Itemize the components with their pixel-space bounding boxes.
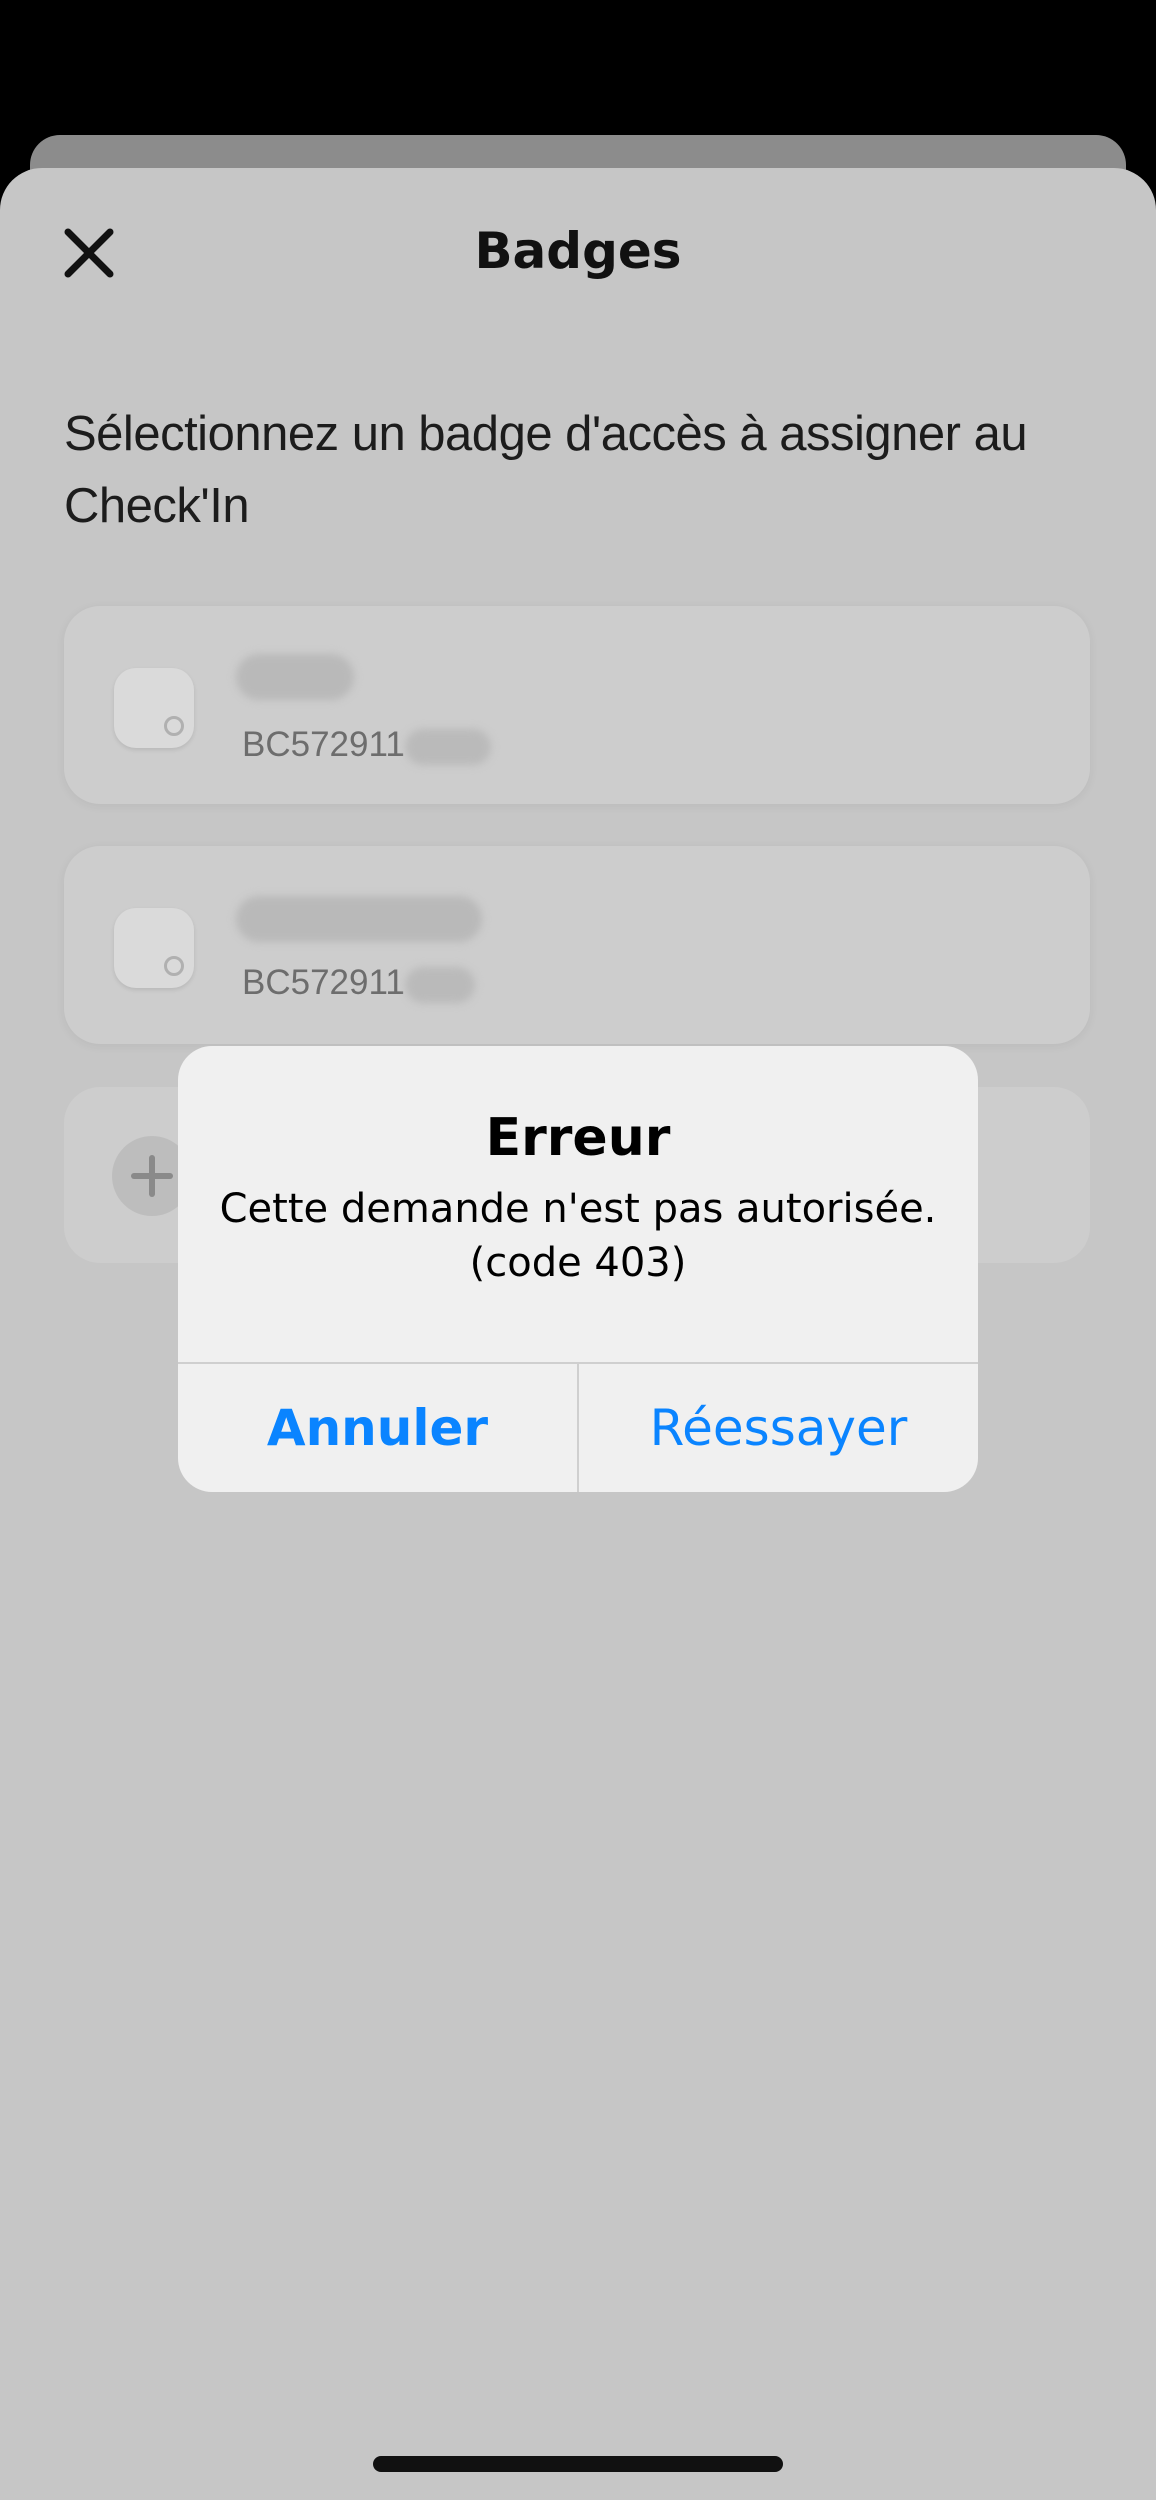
serial-redacted xyxy=(404,728,491,765)
badge-name-redacted xyxy=(236,654,354,700)
alert-title: Erreur xyxy=(485,1108,671,1168)
badge-tag-icon xyxy=(114,908,194,988)
error-alert: Erreur Cette demande n'est pas autorisée… xyxy=(178,1046,978,1492)
instruction-text: Sélectionnez un badge d'accès à assigner… xyxy=(64,407,1028,533)
home-indicator[interactable] xyxy=(373,2456,783,2472)
badge-serial-text: BC572911 xyxy=(242,963,405,1002)
badge-serial: BC572911 xyxy=(242,962,475,1004)
badge-serial: BC572911 xyxy=(242,724,491,766)
badge-card[interactable]: BC572911 xyxy=(64,846,1090,1044)
retry-button[interactable]: Réessayer xyxy=(579,1364,978,1492)
badge-name-redacted xyxy=(236,896,482,942)
cancel-button[interactable]: Annuler xyxy=(178,1364,577,1492)
sheet-title: Badges xyxy=(474,222,682,280)
badge-card[interactable]: BC572911 xyxy=(64,606,1090,804)
alert-message: Cette demande n'est pas autorisée. (code… xyxy=(219,1186,937,1286)
screen: Badges Sélectionnez un badge d'accès à a… xyxy=(0,0,1156,2500)
badge-tag-icon xyxy=(114,668,194,748)
badge-serial-text: BC572911 xyxy=(242,725,405,764)
serial-redacted xyxy=(404,966,475,1003)
